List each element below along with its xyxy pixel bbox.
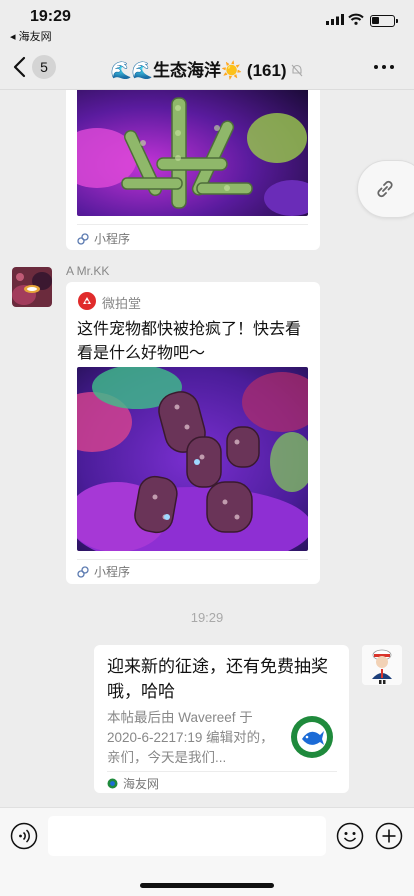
status-time: 19:29 xyxy=(30,8,71,25)
link-card-haiyouwang[interactable]: 迎来新的征途，还有免费抽奖哦，哈哈 本帖最后由 Wavereef 于 2020-… xyxy=(94,645,349,793)
mrkk-avatar[interactable] xyxy=(12,267,52,307)
my-avatar[interactable] xyxy=(362,645,402,685)
mini-program-link-icon xyxy=(77,233,89,245)
mini-program-label: 小程序 xyxy=(94,565,131,579)
battery-icon xyxy=(370,15,398,27)
mini-program-app-name: 微拍堂 xyxy=(102,296,142,311)
mini-program-card-weipaitang[interactable]: 微拍堂 这件宠物都快被抢疯了！快去看看是什么好物吧～ 小程序 xyxy=(66,282,320,584)
emoji-icon[interactable] xyxy=(336,822,364,850)
card-title: 这件宠物都快被抢疯了！快去看看是什么好物吧～ xyxy=(77,321,302,362)
message-input[interactable] xyxy=(48,816,326,856)
sender-name: A Mr.KK xyxy=(66,264,110,278)
signal-icon xyxy=(326,14,344,25)
chat-message-list[interactable]: 小程序 A Mr.KK 微拍堂 这件宠物都快被抢疯了！快去看看是什么好物吧～ 小… xyxy=(0,90,414,807)
more-options-icon[interactable] xyxy=(374,65,398,71)
card-divider xyxy=(107,771,337,772)
floating-link-button[interactable] xyxy=(357,160,414,218)
group-title[interactable]: 🌊🌊生态海洋☀️ (161) xyxy=(0,56,414,81)
status-bar: 19:29 ◂ 海友网 xyxy=(0,0,414,44)
message-timestamp: 19:29 xyxy=(190,610,224,625)
coral-image xyxy=(77,367,308,551)
card-description: 本帖最后由 Wavereef 于 2020-6-2217:19 编辑对的，亲们，… xyxy=(107,710,274,765)
haiyouwang-thumbnail xyxy=(291,716,333,758)
card-divider xyxy=(77,559,308,560)
sun-emoji: ☀️ xyxy=(221,61,243,80)
add-more-icon[interactable] xyxy=(375,822,403,850)
wave-emoji: 🌊🌊 xyxy=(110,61,153,80)
back-to-app-link[interactable]: ◂ 海友网 xyxy=(10,28,52,44)
coral-image-top xyxy=(77,90,308,216)
group-name: 生态海洋 xyxy=(153,61,221,80)
card-title: 迎来新的征途，还有免费抽奖哦，哈哈 xyxy=(107,657,328,701)
card-divider xyxy=(77,224,308,225)
voice-input-icon[interactable] xyxy=(10,822,38,850)
wifi-icon xyxy=(348,13,364,25)
mini-program-card-top[interactable]: 小程序 xyxy=(66,90,320,250)
link-icon xyxy=(377,180,393,198)
chat-header: 5 🌊🌊生态海洋☀️ (161) xyxy=(0,44,414,90)
member-count: (161) xyxy=(246,61,287,80)
home-indicator xyxy=(140,883,274,888)
mute-bell-icon xyxy=(291,64,303,77)
mini-program-link-icon xyxy=(77,566,89,578)
haiyouwang-logo-icon xyxy=(107,778,118,789)
source-label: 海友网 xyxy=(123,777,160,791)
mini-program-label: 小程序 xyxy=(94,232,131,246)
weipaitang-logo-icon xyxy=(78,292,96,310)
